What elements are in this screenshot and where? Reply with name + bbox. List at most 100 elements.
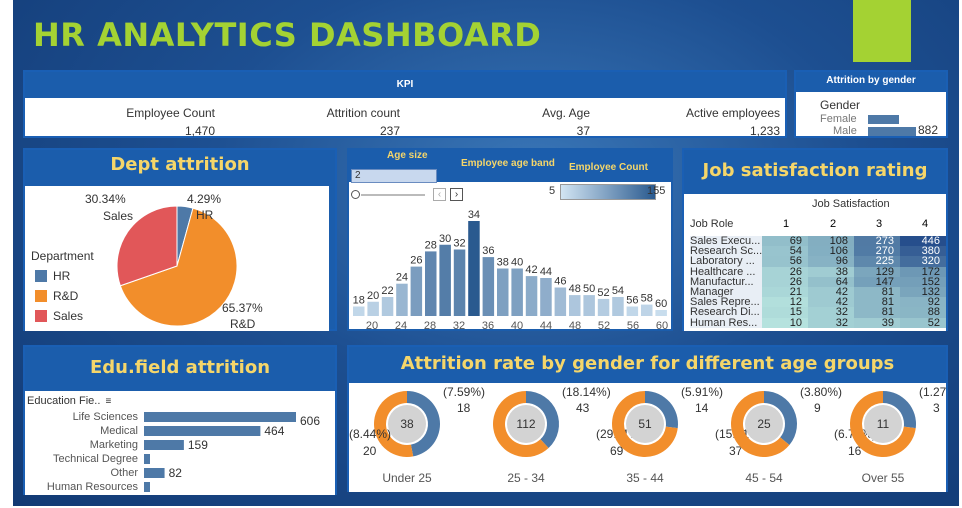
- edu-bar[interactable]: [144, 468, 165, 478]
- sort-icon[interactable]: ≡: [105, 396, 111, 407]
- job-panel-title: Job satisfaction rating: [702, 160, 928, 181]
- donut-center-value: 11: [877, 417, 890, 431]
- age-band-bar[interactable]: [597, 298, 610, 316]
- heatmap-cell[interactable]: 39: [854, 317, 900, 328]
- count-legend-max: 155: [647, 185, 666, 197]
- edu-bar[interactable]: [144, 482, 150, 492]
- edu-category-label: Marketing: [90, 439, 138, 451]
- age-band-bar[interactable]: [425, 251, 437, 316]
- job-panel-body: Job Satisfaction Job Role 1 2 3 4 Sales …: [684, 194, 946, 331]
- edu-category-label: Other: [110, 467, 138, 479]
- job-role-label: Sales Execu...: [690, 236, 762, 247]
- age-band-bar[interactable]: [353, 306, 365, 317]
- age-band-bar[interactable]: [511, 268, 523, 317]
- edu-bar[interactable]: [144, 426, 261, 436]
- age-band-bar[interactable]: [396, 283, 408, 316]
- job-role-label: Manufactur...: [690, 276, 762, 287]
- age-band-bar[interactable]: [540, 278, 552, 316]
- heatmap-cell[interactable]: 32: [808, 317, 854, 328]
- count-legend-min: 5: [549, 185, 556, 197]
- age-band-data-label: 32: [453, 238, 465, 250]
- age-band-bar[interactable]: [482, 257, 495, 316]
- age-band-data-label: 34: [468, 209, 480, 221]
- age-band-bar[interactable]: [569, 295, 581, 316]
- edu-bar[interactable]: [144, 412, 296, 422]
- age-size-input[interactable]: 2: [351, 169, 437, 183]
- job-panel: Job satisfaction rating Job Satisfaction…: [682, 148, 948, 331]
- job-heatmap: Sales Execu... 69 108 273 446 Research Sc... 5…: [684, 235, 946, 328]
- edu-bar[interactable]: [144, 454, 150, 464]
- age-band-bar[interactable]: [525, 276, 538, 316]
- accent-block: [853, 0, 911, 62]
- donut-group-label: 35 - 44: [626, 471, 664, 485]
- donut-bottom-pct: (8.44%): [349, 427, 391, 441]
- edu-bar[interactable]: [144, 440, 184, 450]
- age-band-bar[interactable]: [439, 244, 451, 316]
- donut-group-label: 25 - 34: [507, 471, 545, 485]
- edu-value-label: 606: [300, 414, 320, 428]
- age-band-data-label: 24: [396, 272, 408, 284]
- gender-male-value: 882: [918, 123, 939, 137]
- age-tick-label: 52: [598, 320, 610, 330]
- gender-male-label: Male: [833, 125, 857, 137]
- kpi-active-employees: Active employees 1,233: [590, 106, 780, 138]
- pie-label-sales: Sales: [103, 209, 133, 223]
- edu-category-label: Technical Degree: [53, 453, 138, 465]
- donut-panel: Attrition rate by gender for different a…: [347, 345, 962, 492]
- job-role-label: Research Di...: [690, 307, 762, 318]
- edu-field-label: Education Fie..: [27, 395, 101, 407]
- donut-bottom-value: 20: [363, 444, 377, 458]
- employee-count-label: Employee Count: [569, 162, 648, 173]
- pie-label-sales-pct: 30.34%: [85, 192, 126, 206]
- age-band-data-label: 22: [381, 285, 393, 297]
- job-role-label: Laboratory ...: [690, 256, 762, 267]
- age-band-bar[interactable]: [612, 297, 624, 316]
- age-tick-label: 32: [453, 320, 465, 330]
- kpi-label: Active employees: [685, 106, 780, 120]
- heatmap-cell[interactable]: 52: [900, 317, 946, 328]
- donut-top-value: 43: [576, 401, 590, 415]
- gender-female-bar: [868, 115, 899, 124]
- legend-swatch-hr: [35, 270, 47, 282]
- kpi-value: 37: [576, 124, 590, 138]
- page-title: HR ANALYTICS DASHBOARD: [33, 16, 542, 54]
- donut-panel-title: Attrition rate by gender for different a…: [400, 353, 895, 374]
- donut-group-label: Under 25: [382, 471, 432, 485]
- donut-top-value: 9: [814, 401, 821, 415]
- age-band-bar[interactable]: [410, 266, 423, 316]
- slider-handle[interactable]: [351, 190, 360, 199]
- donut-charts: 38 (7.59%) 18 (8.44%) 20 Under 25 112 (18.14%) 4…: [349, 385, 962, 485]
- heatmap-cell[interactable]: 10: [762, 317, 808, 328]
- kpi-avg-age: Avg. Age 37: [400, 106, 590, 138]
- age-band-bar[interactable]: [641, 304, 653, 316]
- kpi-value: 1,470: [184, 124, 215, 138]
- age-band-bar[interactable]: [583, 295, 595, 316]
- edu-value-label: 159: [188, 438, 208, 452]
- donut-top-value: 3: [933, 401, 940, 415]
- age-band-bar[interactable]: [367, 301, 379, 316]
- gender-panel: Attrition by gender Gender Female Male 8…: [794, 70, 948, 138]
- age-band-data-label: 38: [497, 257, 509, 269]
- donut-top-value: 18: [457, 401, 471, 415]
- age-size-slider[interactable]: [351, 190, 427, 200]
- donut-top-pct: (5.91%): [681, 385, 723, 399]
- edu-bar-chart: Life Sciences 606 Medical 464 Marketing 159 Te…: [47, 411, 320, 493]
- age-band-bar[interactable]: [626, 306, 639, 317]
- age-band-bar[interactable]: [497, 268, 509, 317]
- age-band-data-label: 40: [511, 257, 523, 269]
- age-band-bar[interactable]: [655, 310, 667, 316]
- donut-group-label: Over 55: [862, 471, 905, 485]
- age-band-bar[interactable]: [554, 287, 567, 317]
- dashboard: HR ANALYTICS DASHBOARD KPI Employee Coun…: [13, 0, 962, 506]
- kpi-heading: KPI: [25, 72, 785, 98]
- age-tick-label: 28: [424, 320, 436, 330]
- age-band-bar[interactable]: [381, 297, 394, 316]
- pie-label-rd: R&D: [230, 317, 256, 331]
- age-band-bar[interactable]: [453, 249, 466, 317]
- age-band-data-label: 30: [439, 233, 451, 245]
- kpi-panel: KPI Employee Count 1,470 Attrition count…: [23, 70, 787, 138]
- edu-value-label: 82: [169, 466, 183, 480]
- edu-panel-body: Education Fie.. ≡ Life Sciences 606 Medica…: [25, 391, 335, 495]
- donut-group-label: 45 - 54: [745, 471, 783, 485]
- age-band-bar[interactable]: [468, 221, 480, 316]
